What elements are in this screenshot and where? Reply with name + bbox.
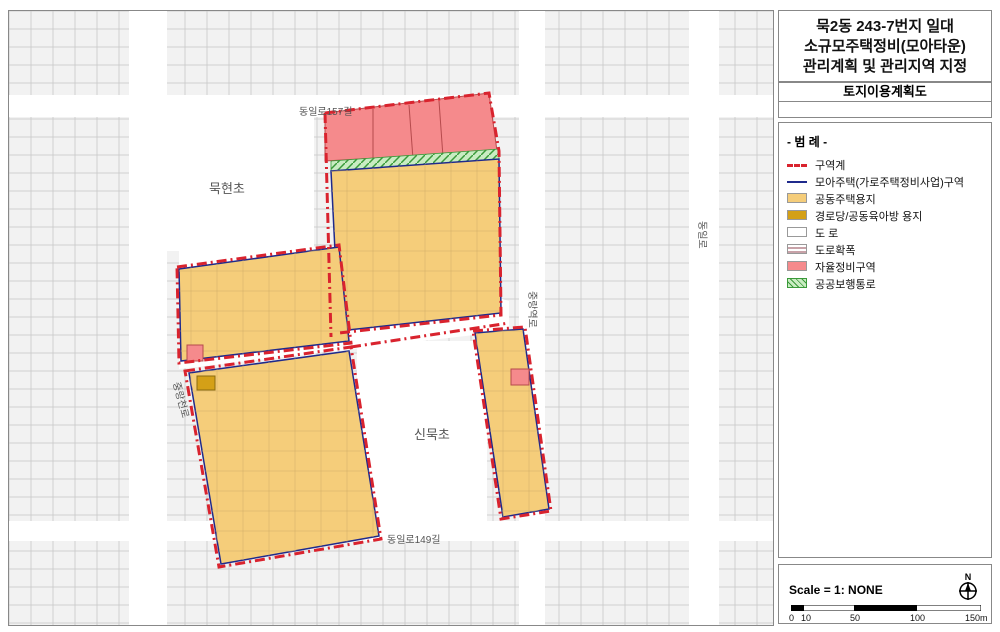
legend-box: - 범 례 - 구역계 모아주택(가로주택정비사업)구역 공동주택용지 경로당/… — [778, 122, 992, 558]
svg-text:N: N — [965, 572, 972, 582]
north-arrow-icon: N — [959, 572, 977, 600]
pedestrian-swatch-icon — [787, 278, 807, 288]
label-road-top: 동일로157길 — [299, 105, 353, 118]
subtitle: 토지이용계획도 — [779, 83, 991, 102]
self-maintenance-swatch-icon — [787, 261, 807, 271]
label-school-sinmuk: 신묵초 — [414, 427, 450, 442]
subtitle-box: 토지이용계획도 — [778, 82, 992, 118]
residential-swatch-icon — [787, 193, 807, 203]
legend-item-senior: 경로당/공동육아방 용지 — [787, 207, 991, 224]
moa-line-swatch-icon — [787, 181, 807, 183]
scale-tick-100: 100 — [910, 613, 926, 623]
legend-item-boundary: 구역계 — [787, 156, 991, 173]
scale-tick-150: 150m — [965, 613, 988, 623]
label-road-mid: 중랑역로 — [526, 291, 538, 328]
scale-box: Scale = 1: NONE N 0 10 50 100 150m — [778, 564, 992, 624]
label-road-right: 동일로 — [696, 221, 708, 249]
self-maintenance-parcel-west — [186, 344, 204, 362]
map-panel[interactable]: 묵현초 신묵초 동일로157길 동일로149길 동일로 중랑역로 중랑천로 — [8, 10, 774, 626]
scale-label: Scale = 1: NONE — [789, 583, 883, 597]
legend-item-road-widen: 도로확폭 — [787, 241, 991, 258]
label-school-mukhyeon: 묵현초 — [209, 181, 245, 196]
scale-tick-0: 0 — [789, 613, 795, 623]
legend-item-pedestrian: 공공보행통로 — [787, 275, 991, 292]
legend-title: - 범 례 - — [787, 135, 828, 149]
title-box: 묵2동 243-7번지 일대 소규모주택정비(모아타운) 관리계획 및 관리지역… — [778, 10, 992, 82]
senior-swatch-icon — [787, 210, 807, 220]
boundary-swatch-icon — [787, 164, 807, 167]
legend-item-self-maintenance: 자율정비구역 — [787, 258, 991, 275]
legend-item-moa: 모아주택(가로주택정비사업)구역 — [787, 173, 991, 190]
title-line-1: 묵2동 243-7번지 일대 — [816, 18, 954, 35]
road-swatch-icon — [787, 227, 807, 237]
title-line-2: 소규모주택정비(모아타운) — [804, 38, 966, 55]
road-widen-swatch-icon — [787, 244, 807, 254]
land-use-map: 묵현초 신묵초 동일로157길 동일로149길 동일로 중랑역로 중랑천로 — [9, 11, 773, 625]
scale-tick-10: 10 — [801, 613, 812, 623]
scale-tick-50: 50 — [850, 613, 861, 623]
legend-item-residential: 공동주택용지 — [787, 190, 991, 207]
scale-bar — [791, 605, 981, 611]
legend-item-road: 도 로 — [787, 224, 991, 241]
self-maintenance-parcel-east — [510, 368, 530, 386]
title-line-3: 관리계획 및 관리지역 지정 — [802, 58, 968, 75]
senior-center-parcel — [196, 375, 216, 391]
label-road-bottom: 동일로149길 — [387, 533, 441, 546]
